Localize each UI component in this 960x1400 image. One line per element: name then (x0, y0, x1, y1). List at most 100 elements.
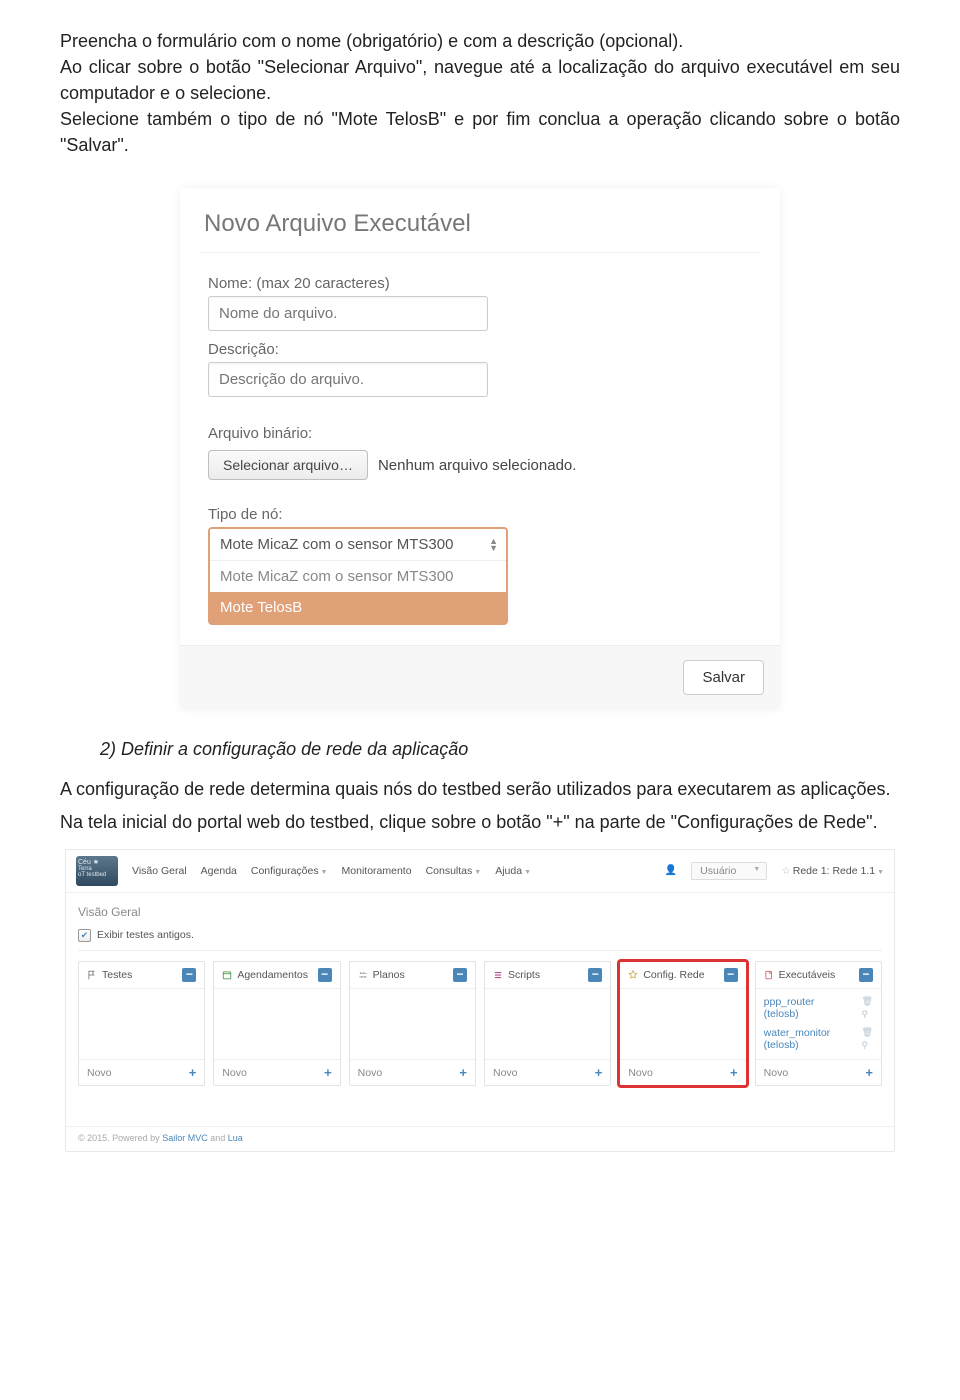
trash-icon[interactable]: 🗑 (862, 1027, 873, 1038)
card-testes-novo[interactable]: Novo + (79, 1059, 204, 1085)
node-type-option-micaz[interactable]: Mote MicaZ com o sensor MTS300 (210, 561, 506, 592)
page-title: Visão Geral (78, 905, 882, 919)
section-2-heading: 2) Definir a configuração de rede da apl… (100, 739, 900, 760)
user-label: Usuário (700, 865, 736, 877)
form-title: Novo Arquivo Executável (200, 206, 760, 253)
collapse-icon[interactable]: − (588, 968, 602, 982)
plus-icon: + (189, 1065, 197, 1080)
brand-line3: oT testbed (78, 872, 116, 878)
description-label: Descrição: (208, 341, 752, 358)
nav-consultas[interactable]: Consultas▼ (426, 865, 482, 877)
collapse-icon[interactable]: − (453, 968, 467, 982)
link-icon[interactable]: ⚲ (862, 1040, 873, 1051)
portal-screenshot: Céu ★ Terra oT testbed Visão Geral Agend… (65, 849, 895, 1152)
save-button[interactable]: Salvar (683, 660, 764, 695)
description-input[interactable] (208, 362, 488, 397)
collapse-icon[interactable]: − (859, 968, 873, 982)
trash-icon[interactable]: 🗑 (862, 996, 873, 1007)
card-scripts: Scripts − Novo + (484, 961, 611, 1086)
binary-file-label: Arquivo binário: (208, 425, 752, 442)
link-icon[interactable]: ⚲ (862, 1009, 873, 1020)
nav-monitoramento[interactable]: Monitoramento (342, 865, 412, 877)
footer-and: and (208, 1133, 228, 1143)
chevron-down-icon: ▼ (753, 866, 760, 873)
card-executaveis: Executáveis − ppp_router (telosb) 🗑 ⚲ (755, 961, 882, 1086)
brand-logo[interactable]: Céu ★ Terra oT testbed (76, 856, 118, 886)
select-file-button[interactable]: Selecionar arquivo… (208, 450, 368, 480)
flag-icon (87, 970, 97, 980)
portal-navbar: Céu ★ Terra oT testbed Visão Geral Agend… (66, 850, 894, 893)
document-icon (764, 970, 774, 980)
nav-agenda[interactable]: Agenda (201, 865, 237, 877)
card-agendamentos-novo[interactable]: Novo + (214, 1059, 339, 1085)
card-config-rede-title: Config. Rede (643, 969, 704, 981)
file-status-text: Nenhum arquivo selecionado. (378, 457, 576, 474)
card-testes: Testes − Novo + (78, 961, 205, 1086)
exibir-testes-checkbox[interactable]: ✔ (78, 929, 91, 942)
name-input[interactable] (208, 296, 488, 331)
footer-link-sailor[interactable]: Sailor MVC (162, 1133, 208, 1143)
intro-line-1: Preencha o formulário com o nome (obriga… (60, 31, 683, 51)
card-config-rede-novo[interactable]: Novo + (620, 1059, 745, 1085)
card-executaveis-title: Executáveis (779, 969, 836, 981)
novo-label: Novo (87, 1067, 112, 1079)
node-type-selected-text: Mote MicaZ com o sensor MTS300 (220, 536, 453, 553)
user-icon: 👤 (665, 865, 677, 876)
new-executable-form: Novo Arquivo Executável Nome: (max 20 ca… (180, 188, 780, 709)
name-label: Nome: (max 20 caracteres) (208, 275, 752, 292)
plus-icon: + (324, 1065, 332, 1080)
card-config-rede: Config. Rede − Novo + (619, 961, 746, 1086)
chevron-down-icon: ▼ (877, 869, 884, 876)
section-2-paragraph-1: A configuração de rede determina quais n… (60, 776, 900, 802)
nav-configuracoes[interactable]: Configurações▼ (251, 865, 328, 877)
user-dropdown[interactable]: Usuário ▼ (691, 862, 767, 880)
star-icon: ☆ (781, 865, 790, 877)
plus-icon: + (595, 1065, 603, 1080)
novo-label: Novo (358, 1067, 383, 1079)
collapse-icon[interactable]: − (318, 968, 332, 982)
nav-visao-geral[interactable]: Visão Geral (132, 865, 187, 877)
collapse-icon[interactable]: − (182, 968, 196, 982)
intro-line-3: Selecione também o tipo de nó "Mote Telo… (60, 109, 900, 155)
nav-ajuda[interactable]: Ajuda▼ (495, 865, 531, 877)
portal-footer: © 2015. Powered by Sailor MVC and Lua (66, 1126, 894, 1151)
card-planos-novo[interactable]: Novo + (350, 1059, 475, 1085)
sliders-icon (358, 970, 368, 980)
chevron-down-icon: ▼ (321, 869, 328, 876)
node-type-select[interactable]: Mote MicaZ com o sensor MTS300 ▲▼ Mote M… (208, 527, 508, 625)
section-2-paragraph-2: Na tela inicial do portal web do testbed… (60, 809, 900, 835)
novo-label: Novo (222, 1067, 247, 1079)
card-scripts-novo[interactable]: Novo + (485, 1059, 610, 1085)
intro-line-2: Ao clicar sobre o botão "Selecionar Arqu… (60, 57, 900, 103)
footer-year: © 2015. Powered by (78, 1133, 162, 1143)
list-icon (493, 970, 503, 980)
nav-rede[interactable]: ☆Rede 1: Rede 1.1▼ (781, 865, 884, 877)
card-executaveis-novo[interactable]: Novo + (756, 1059, 881, 1085)
plus-icon: + (730, 1065, 738, 1080)
brand-line1: Céu ★ (78, 859, 116, 866)
updown-icon: ▲▼ (489, 538, 498, 552)
node-type-selected[interactable]: Mote MicaZ com o sensor MTS300 ▲▼ (210, 529, 506, 561)
footer-link-lua[interactable]: Lua (228, 1133, 243, 1143)
card-testes-title: Testes (102, 969, 132, 981)
exec-item-ppp-router[interactable]: ppp_router (telosb) (764, 996, 815, 1021)
chevron-down-icon: ▼ (524, 869, 531, 876)
novo-label: Novo (628, 1067, 653, 1079)
node-type-label: Tipo de nó: (208, 506, 752, 523)
exibir-testes-label: Exibir testes antigos. (97, 929, 194, 941)
node-type-option-telosb[interactable]: Mote TelosB (210, 592, 506, 623)
novo-label: Novo (493, 1067, 518, 1079)
exec-item-water-monitor[interactable]: water_monitor (telosb) (764, 1027, 831, 1052)
star-icon (628, 970, 638, 980)
collapse-icon[interactable]: − (724, 968, 738, 982)
intro-paragraph: Preencha o formulário com o nome (obriga… (60, 28, 900, 158)
novo-label: Novo (764, 1067, 789, 1079)
card-planos: Planos − Novo + (349, 961, 476, 1086)
calendar-icon (222, 970, 232, 980)
card-agendamentos-title: Agendamentos (237, 969, 308, 981)
chevron-down-icon: ▼ (474, 869, 481, 876)
plus-icon: + (459, 1065, 467, 1080)
card-planos-title: Planos (373, 969, 405, 981)
card-scripts-title: Scripts (508, 969, 540, 981)
plus-icon: + (865, 1065, 873, 1080)
